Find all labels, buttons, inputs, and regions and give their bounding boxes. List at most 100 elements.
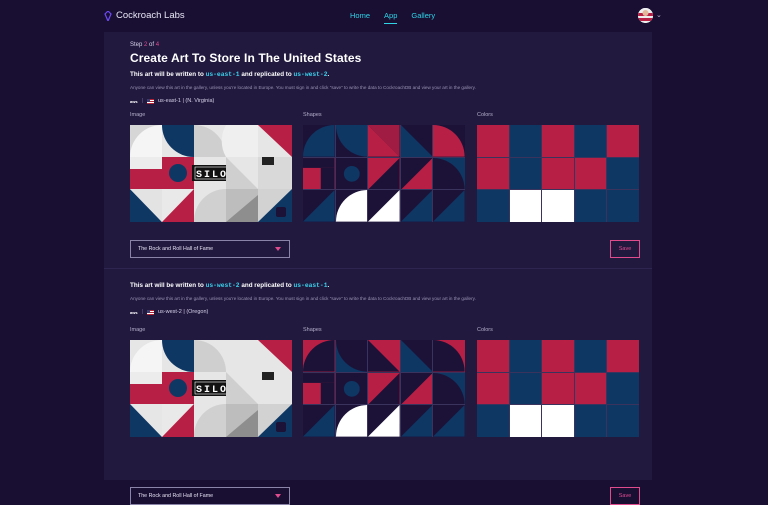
- art-section-2: This art will be written to us-west-2 an…: [130, 282, 642, 505]
- description: Anyone can view this art in the gallery,…: [130, 296, 476, 301]
- step-indicator: Step 2 of 4: [130, 42, 642, 48]
- step-total: 4: [155, 42, 160, 48]
- color-cell: [574, 157, 607, 190]
- write-period: .: [327, 282, 330, 289]
- write-region: us-east-1: [205, 71, 240, 78]
- image-select[interactable]: The Rock and Roll Hall of Fame: [130, 487, 290, 505]
- replicated-prefix: and replicated to: [241, 282, 292, 289]
- aws-icon: aws: [130, 98, 138, 104]
- replicated-region: us-east-1: [293, 282, 328, 289]
- image-label: Image: [130, 327, 146, 333]
- aws-icon: aws: [130, 309, 138, 315]
- write-prefix: This art will be written to: [130, 71, 204, 78]
- image-label: Image: [130, 112, 146, 118]
- shape-cell: [433, 405, 465, 437]
- save-button[interactable]: Save: [610, 487, 640, 505]
- shape-cell: [368, 340, 400, 372]
- main-panel: Step 2 of 4 Create Art To Store In The U…: [104, 32, 652, 505]
- description: Anyone can view this art in the gallery,…: [130, 85, 476, 90]
- colors-label: Colors: [477, 112, 493, 118]
- color-cell: [509, 157, 542, 190]
- write-region: us-west-2: [205, 282, 240, 289]
- shapes-label: Shapes: [303, 112, 322, 118]
- image-select[interactable]: The Rock and Roll Hall of Fame: [130, 240, 290, 258]
- image-select-value: The Rock and Roll Hall of Fame: [138, 246, 214, 252]
- shapes-grid: [303, 125, 465, 222]
- shape-cell: [303, 157, 335, 190]
- nav-gallery[interactable]: Gallery: [411, 11, 435, 24]
- color-cell: [542, 190, 574, 222]
- write-prefix: This art will be written to: [130, 282, 204, 289]
- color-cell: [607, 125, 639, 157]
- shape-cell: [335, 372, 368, 405]
- shape-cell: [368, 372, 400, 405]
- replicated-region: us-west-2: [293, 71, 328, 78]
- shape-cell: [303, 340, 335, 372]
- art-section-1: Step 2 of 4 Create Art To Store In The U…: [130, 42, 642, 258]
- save-button[interactable]: Save: [610, 240, 640, 258]
- colors-grid: [477, 340, 639, 437]
- color-cell: [607, 405, 639, 437]
- color-cell: [477, 125, 509, 157]
- silo-sign-text: SILO: [196, 170, 228, 181]
- color-cell: [477, 157, 509, 190]
- nav-home[interactable]: Home: [350, 11, 370, 24]
- art-grids: SILO: [130, 125, 642, 223]
- color-cell: [574, 125, 607, 157]
- divider: |: [141, 98, 143, 104]
- page-title: Create Art To Store In The United States: [130, 51, 362, 65]
- region-label: us-west-2 | (Oregon): [158, 309, 209, 315]
- color-cell: [574, 340, 607, 372]
- shapes-label: Shapes: [303, 327, 322, 333]
- color-cell: [509, 340, 542, 372]
- cockroach-logo-icon: [104, 10, 112, 21]
- section-divider: [104, 268, 652, 269]
- shape-cell: [368, 157, 400, 190]
- art-grids: SILO: [130, 340, 642, 438]
- color-cell: [477, 372, 509, 405]
- column-labels: Image Shapes Colors: [130, 327, 642, 337]
- brand-name: Cockroach Labs: [116, 10, 185, 21]
- region-line: aws | us-west-2 | (Oregon): [130, 309, 642, 315]
- shape-cell: [400, 372, 433, 405]
- shape-cell: [368, 190, 400, 222]
- shape-cell: [433, 340, 465, 372]
- user-avatar[interactable]: [638, 8, 653, 23]
- us-flag-icon: [147, 98, 154, 104]
- shape-cell: [433, 157, 465, 190]
- column-labels: Image Shapes Colors: [130, 112, 642, 122]
- color-cell: [509, 372, 542, 405]
- shape-cell: [335, 405, 368, 437]
- shape-cell: [303, 190, 335, 222]
- shape-cell: [335, 125, 368, 157]
- shape-cell: [335, 190, 368, 222]
- color-cell: [542, 372, 574, 405]
- shape-cell: [303, 372, 335, 405]
- color-cell: [574, 372, 607, 405]
- caret-down-icon: [275, 494, 281, 498]
- shape-cell: [400, 340, 433, 372]
- color-cell: [574, 405, 607, 437]
- color-cell: [509, 405, 542, 437]
- nav-app[interactable]: App: [384, 11, 398, 24]
- brand[interactable]: Cockroach Labs: [104, 10, 185, 21]
- color-cell: [607, 190, 639, 222]
- color-cell: [477, 190, 509, 222]
- chevron-down-icon[interactable]: ⌄: [656, 11, 662, 19]
- color-cell: [477, 405, 509, 437]
- write-period: .: [327, 71, 330, 78]
- shape-cell: [335, 157, 368, 190]
- shape-cell: [303, 405, 335, 437]
- color-cell: [477, 340, 509, 372]
- color-cell: [542, 340, 574, 372]
- replicated-prefix: and replicated to: [241, 71, 292, 78]
- avatar-image: [638, 8, 653, 23]
- shape-cell: [400, 157, 433, 190]
- region-line: aws | us-east-1 | (N. Virginia): [130, 98, 642, 104]
- colors-label: Colors: [477, 327, 493, 333]
- shape-cell: [433, 372, 465, 405]
- divider: |: [141, 309, 143, 315]
- silo-sign-text: SILO: [196, 385, 228, 396]
- color-cell: [574, 190, 607, 222]
- color-cell: [607, 340, 639, 372]
